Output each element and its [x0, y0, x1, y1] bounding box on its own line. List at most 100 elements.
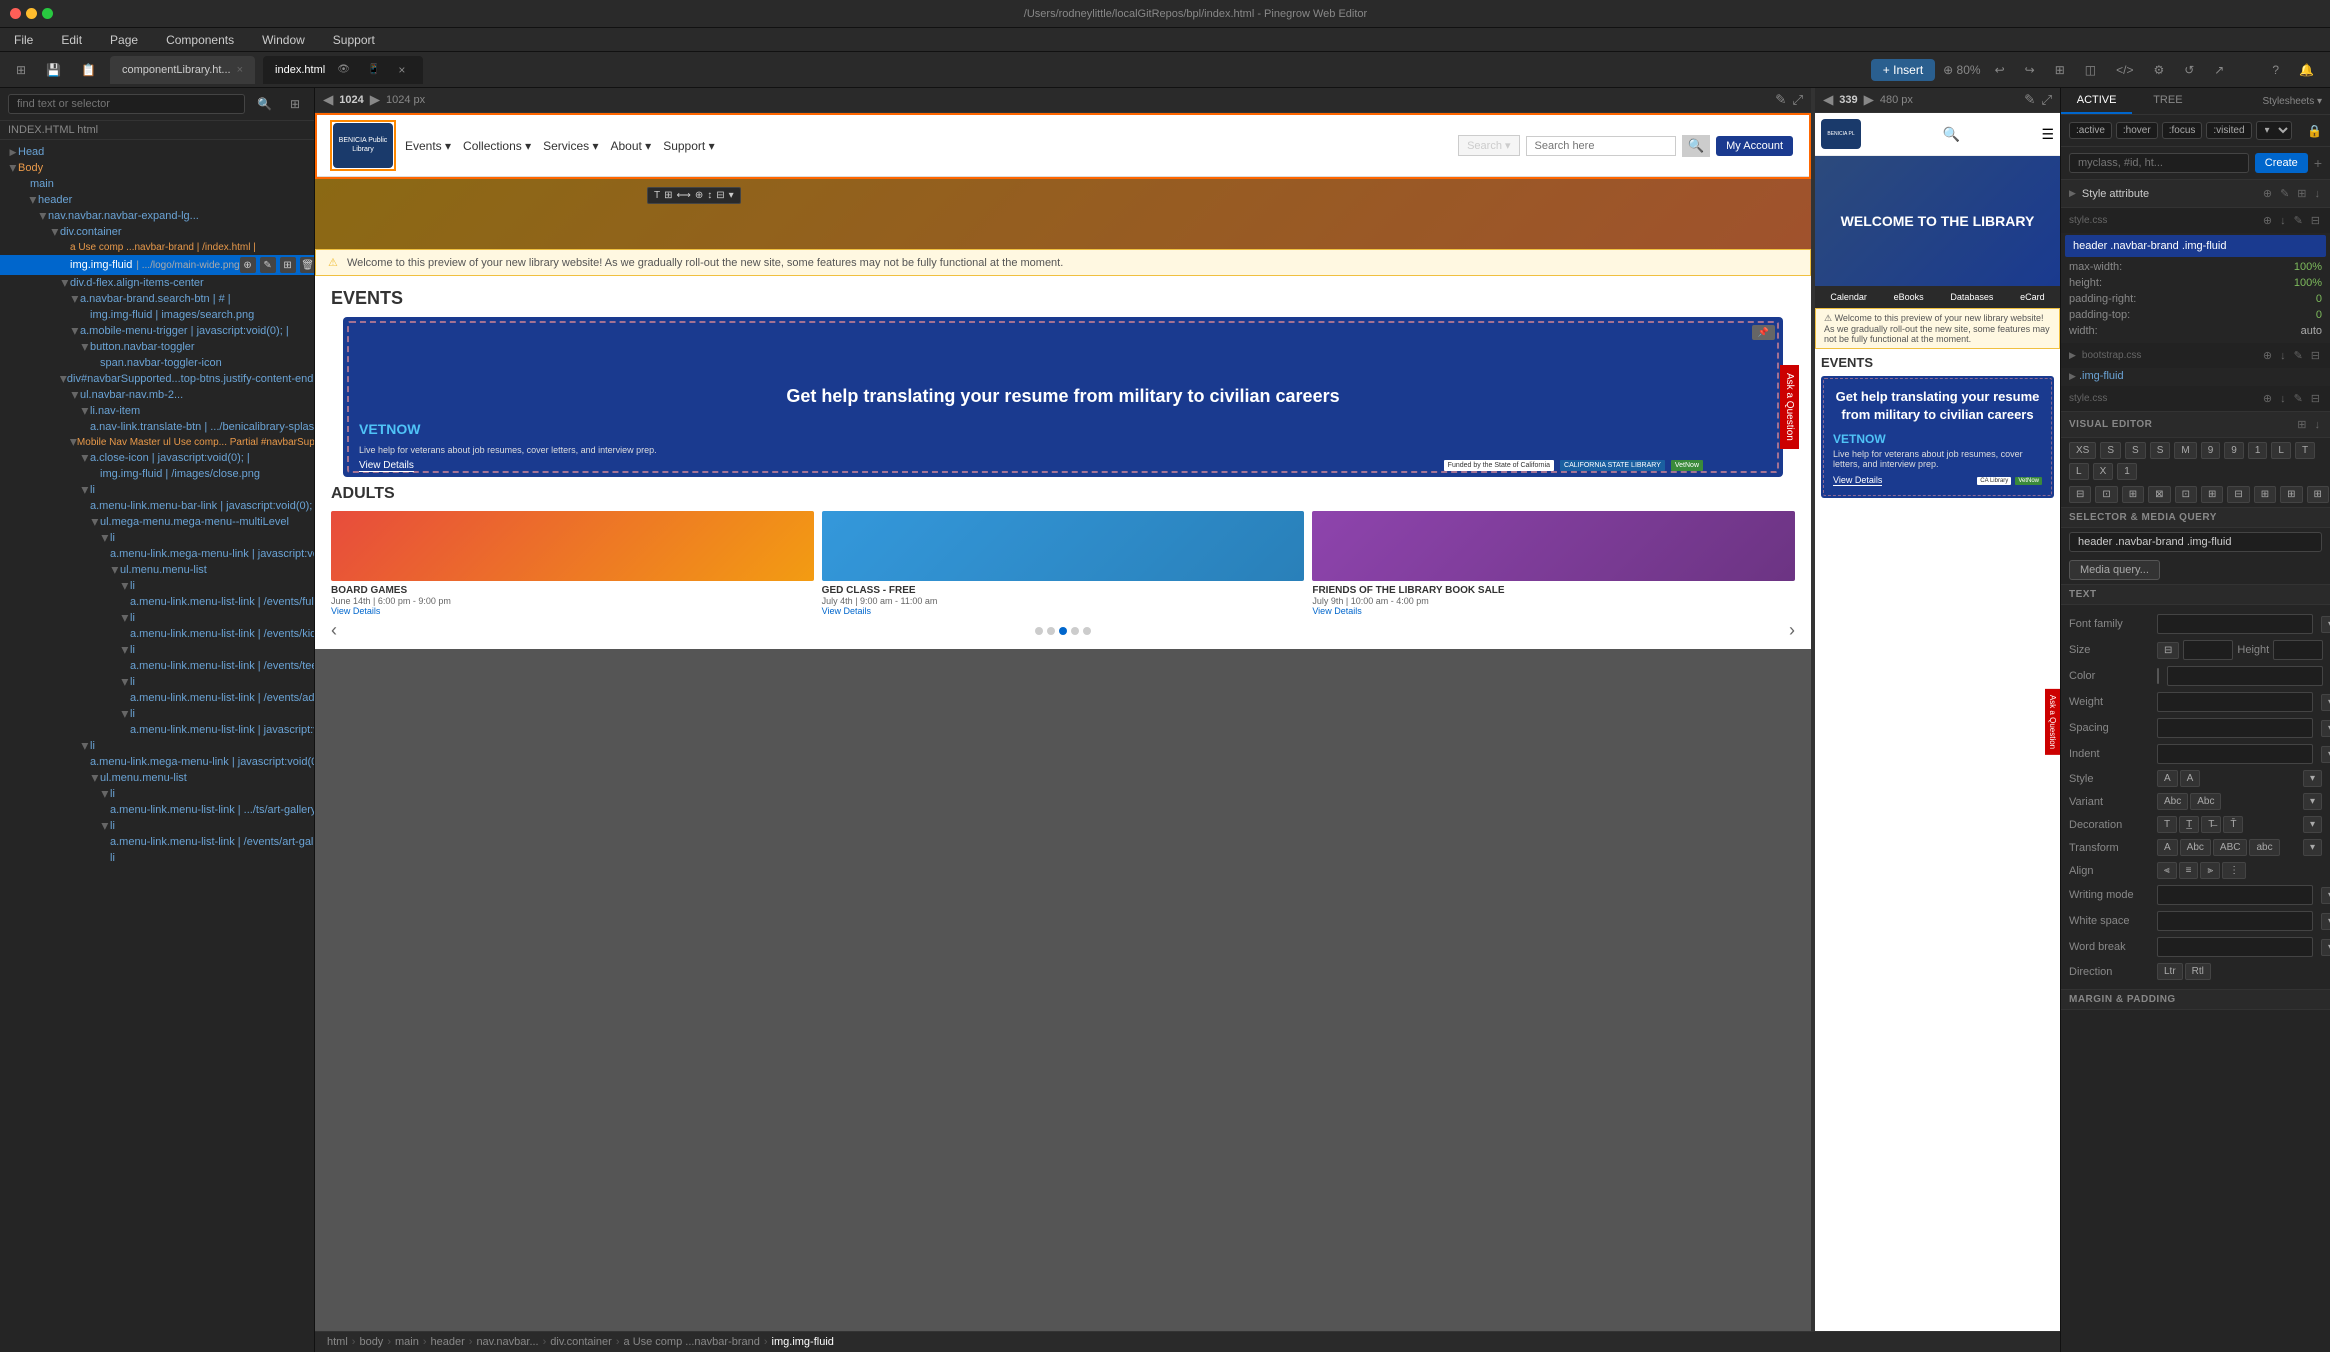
dom-head[interactable]: ▶ Head: [0, 144, 314, 160]
view-details-link[interactable]: View Details: [359, 457, 414, 471]
ask-sidebar[interactable]: Ask a Question: [1780, 365, 1799, 449]
style-css-2-tool-3[interactable]: ✎: [2292, 390, 2305, 407]
transform-btn-3[interactable]: ABC: [2213, 839, 2248, 856]
size-1[interactable]: 1: [2248, 442, 2268, 459]
size-xs[interactable]: XS: [2069, 442, 2096, 459]
bc-header[interactable]: header: [431, 1336, 465, 1348]
dot-4[interactable]: [1071, 627, 1079, 635]
pseudo-hover[interactable]: :hover: [2116, 122, 2158, 139]
style-css-tool-3[interactable]: ✎: [2292, 212, 2305, 229]
spacing-input[interactable]: [2157, 718, 2313, 738]
layout-4[interactable]: ⊠: [2148, 486, 2170, 503]
style-css-tool-1[interactable]: ⊕: [2261, 212, 2274, 229]
dom-nav[interactable]: ▶ nav.navbar.navbar-expand-lg...: [0, 208, 314, 224]
dom-img-close[interactable]: img.img-fluid | /images/close.png: [0, 466, 314, 482]
dom-close-icon[interactable]: ▶ a.close-icon | javascript:void(0); |: [0, 450, 314, 466]
bc-main[interactable]: main: [395, 1336, 419, 1348]
dom-mega-menu[interactable]: ▶ ul.mega-menu.mega-menu--multiLevel: [0, 514, 314, 530]
writing-mode-input[interactable]: [2157, 885, 2313, 905]
nav-support[interactable]: Support ▾: [663, 139, 714, 153]
carousel-prev[interactable]: ‹: [331, 620, 337, 641]
close-tab-component[interactable]: ×: [237, 64, 243, 76]
nav-collections[interactable]: Collections ▾: [463, 139, 531, 153]
size-s2[interactable]: S: [2125, 442, 2146, 459]
style-css-2-tool-4[interactable]: ⊟: [2309, 390, 2322, 407]
bootstrap-tool-3[interactable]: ✎: [2292, 347, 2305, 364]
size-s[interactable]: S: [2100, 442, 2121, 459]
dom-link-teensc[interactable]: a.menu-link.menu-list-link | /events/tee…: [0, 658, 314, 674]
dir-rtl[interactable]: Rtl: [2185, 963, 2211, 980]
close-button[interactable]: [10, 8, 21, 19]
size-9[interactable]: 9: [2201, 442, 2221, 459]
toolbar-icon-3[interactable]: 📋: [75, 60, 102, 80]
dom-img-fluid[interactable]: img.img-fluid | .../logo/main-wide.png ⊕…: [0, 255, 314, 275]
align-justify[interactable]: ⋮: [2222, 862, 2246, 879]
style-btn-1[interactable]: A: [2157, 770, 2178, 787]
ged-link[interactable]: View Details: [822, 606, 1305, 616]
dom-li-1[interactable]: ▶ li: [0, 482, 314, 498]
dom-li-kidsc[interactable]: ▶ li: [0, 610, 314, 626]
dom-menu-list-1[interactable]: ▶ ul.menu.menu-list: [0, 562, 314, 578]
menu-edit[interactable]: Edit: [55, 31, 88, 49]
deco-btn-3[interactable]: T̶: [2201, 816, 2221, 833]
size-decrease[interactable]: ⊟: [2157, 642, 2179, 659]
weight-input[interactable]: [2157, 692, 2313, 712]
search-btn[interactable]: 🔍: [251, 94, 278, 114]
deco-btn-1[interactable]: T: [2157, 816, 2177, 833]
align-left[interactable]: ⫷: [2157, 862, 2177, 879]
size-m[interactable]: M: [2174, 442, 2196, 459]
color-swatch[interactable]: [2157, 668, 2159, 684]
dom-mega-link-1[interactable]: a.menu-link.mega-menu-link | javascript:…: [0, 546, 314, 562]
next-size-btn[interactable]: ▶: [370, 92, 380, 108]
style-arrow[interactable]: ▾: [2303, 770, 2322, 787]
align-right[interactable]: ⫸: [2200, 862, 2220, 879]
preview-icon[interactable]: 👁: [331, 61, 356, 78]
expand-small-btn[interactable]: ⤢: [2041, 92, 2052, 108]
search-input[interactable]: [8, 94, 245, 114]
dom-dflex[interactable]: ▶ div.d-flex.align-items-center: [0, 275, 314, 291]
pseudo-dropdown[interactable]: ▾: [2256, 121, 2292, 140]
preview-content-small[interactable]: BENICIA PL 🔍 ☰ WELCOME TO THE LIBRARY Ca…: [1815, 113, 2060, 1331]
dom-container[interactable]: ▶ div.container: [0, 224, 314, 240]
dom-body[interactable]: ▶ Body: [0, 160, 314, 176]
menu-file[interactable]: File: [8, 31, 39, 49]
my-account-btn[interactable]: My Account: [1716, 136, 1793, 156]
variant-btn-1[interactable]: Abc: [2157, 793, 2188, 810]
pseudo-lock-btn[interactable]: 🔒: [2307, 124, 2322, 138]
action-btn-1[interactable]: ⊕: [240, 257, 256, 273]
layout-7[interactable]: ⊟: [2227, 486, 2249, 503]
dom-menu-list-2[interactable]: ▶ ul.menu.menu-list: [0, 770, 314, 786]
style-attr-tool-2[interactable]: ✎: [2278, 185, 2291, 202]
layout-9[interactable]: ⊞: [2280, 486, 2302, 503]
expand-large-btn[interactable]: ⤢: [1792, 92, 1803, 108]
dom-toggler-icon[interactable]: span.navbar-toggler-icon: [0, 355, 314, 371]
dom-translate-btn[interactable]: a.nav-link.translate-btn | .../benicalib…: [0, 419, 314, 435]
style-attr-tool-1[interactable]: ⊕: [2261, 185, 2274, 202]
style-attribute-header[interactable]: ▶ Style attribute ⊕ ✎ ⊞ ↓: [2061, 180, 2330, 207]
variant-arrow[interactable]: ▾: [2303, 793, 2322, 810]
size-t[interactable]: T: [2295, 442, 2315, 459]
dom-header[interactable]: ▶ header: [0, 192, 314, 208]
font-arrow[interactable]: ▾: [2321, 616, 2330, 633]
mobile-menu-btn[interactable]: ☰: [2041, 126, 2054, 143]
deco-btn-4[interactable]: T̄: [2223, 816, 2243, 833]
grid-btn[interactable]: ⊞: [2049, 60, 2071, 80]
color-input[interactable]: [2167, 666, 2323, 686]
toolbar-icon-2[interactable]: 💾: [40, 60, 67, 80]
dom-li-full-cal[interactable]: ▶ li: [0, 578, 314, 594]
size-l2[interactable]: L: [2069, 463, 2089, 480]
mobile-icon[interactable]: 📱: [362, 61, 386, 78]
dom-li-art2[interactable]: ▶ li: [0, 818, 314, 834]
spacing-arrow[interactable]: ▾: [2321, 720, 2330, 737]
style-attr-tool-3[interactable]: ⊞: [2295, 185, 2308, 202]
dom-menu-events[interactable]: a.menu-link.menu-bar-link | javascript:v…: [0, 498, 314, 514]
dom-li-end[interactable]: li: [0, 850, 314, 866]
word-break-input[interactable]: [2157, 937, 2313, 957]
menu-window[interactable]: Window: [256, 31, 311, 49]
img-fluid-rule[interactable]: ▶ .img-fluid: [2061, 368, 2330, 386]
edit-small-btn[interactable]: ✎: [2024, 92, 2035, 108]
size-value[interactable]: [2183, 640, 2233, 660]
menu-page[interactable]: Page: [104, 31, 144, 49]
dom-img-search[interactable]: img.img-fluid | images/search.png: [0, 307, 314, 323]
pseudo-visited[interactable]: :visited: [2206, 122, 2251, 139]
